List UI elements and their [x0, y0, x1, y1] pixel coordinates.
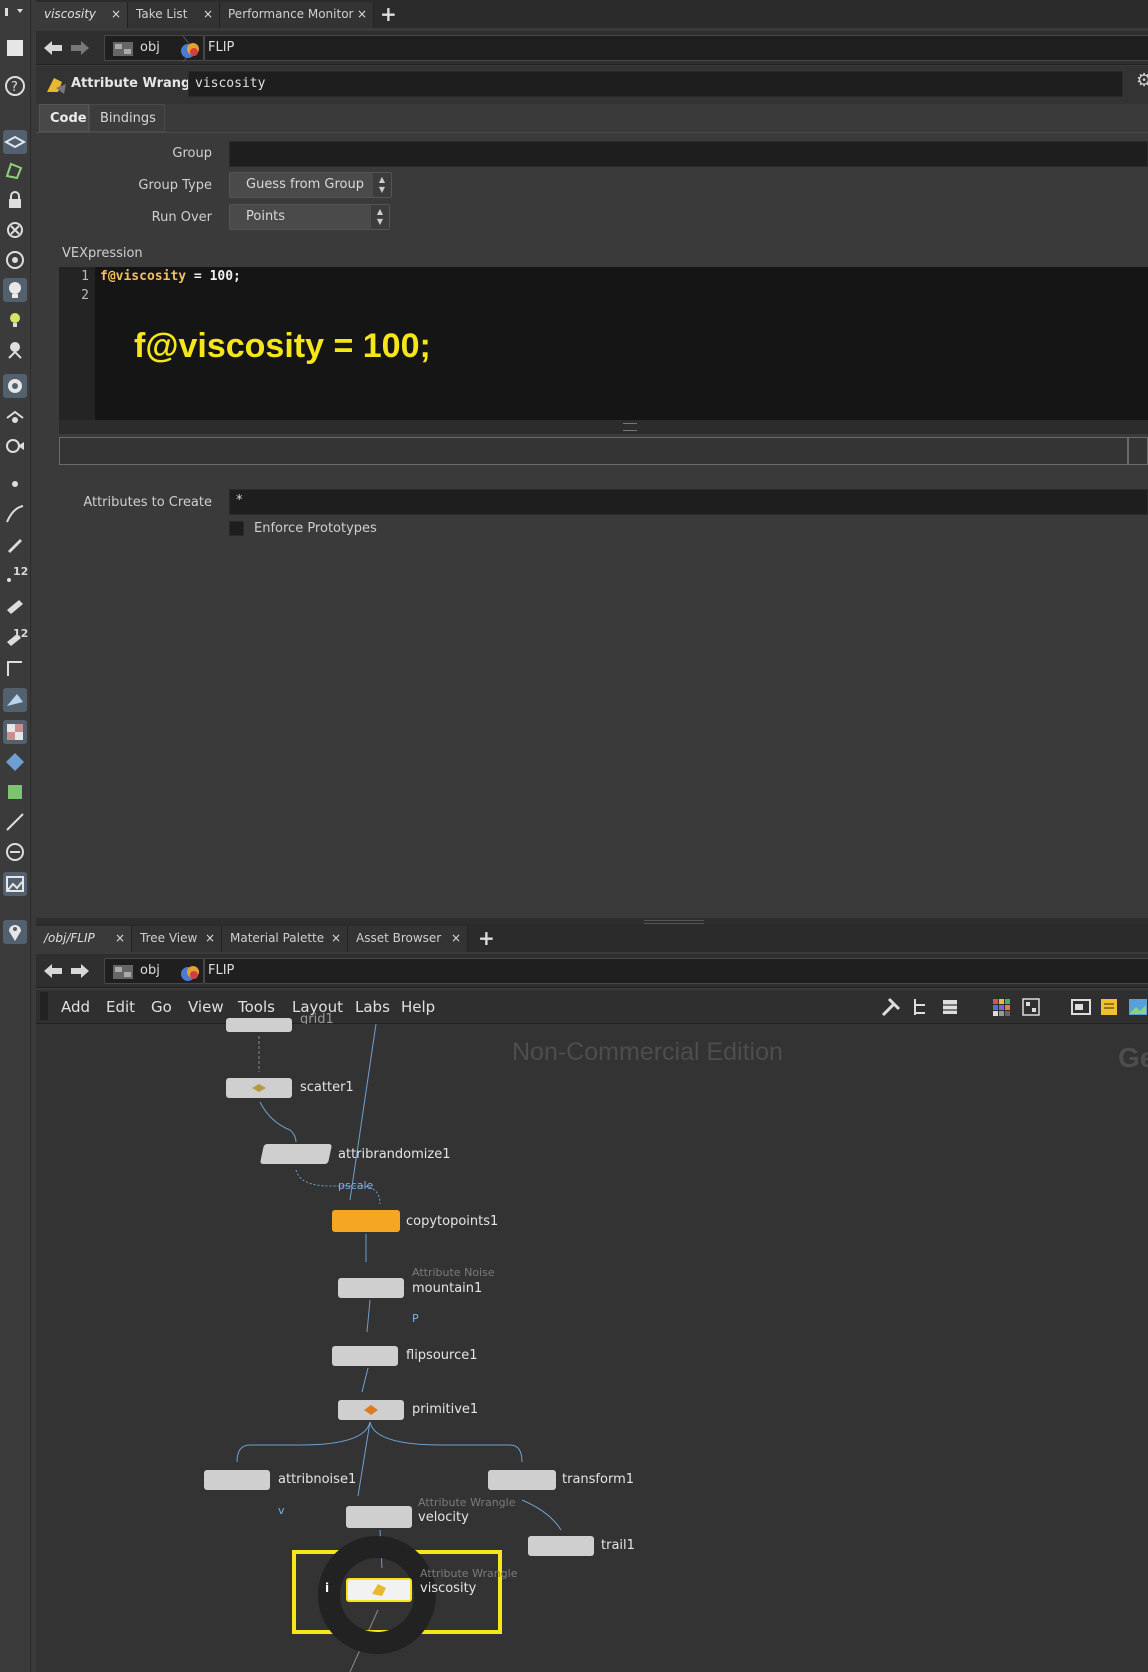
- mountain-node[interactable]: [338, 1278, 404, 1298]
- scatter-node[interactable]: [226, 1078, 292, 1098]
- info-icon[interactable]: i: [325, 1581, 329, 1595]
- transform-node[interactable]: [488, 1470, 556, 1490]
- mountain-node-type: Attribute Noise: [412, 1266, 495, 1279]
- mountain-node-label: mountain1: [412, 1281, 483, 1296]
- pscale-attribute-flag: pscale: [338, 1179, 374, 1192]
- attribnoise-node[interactable]: [204, 1470, 270, 1490]
- trail-node[interactable]: [528, 1536, 594, 1556]
- primitive-node-label: primitive1: [412, 1402, 479, 1417]
- primitive-icon: [364, 1405, 378, 1415]
- p-attribute-flag: P: [412, 1312, 419, 1325]
- copytopoints-node[interactable]: [332, 1210, 400, 1232]
- primitive-node[interactable]: [338, 1400, 404, 1420]
- viscosity-node-label: viscosity: [420, 1581, 477, 1596]
- wrangle-node-icon: [372, 1584, 386, 1596]
- grid-node[interactable]: [226, 1018, 292, 1032]
- viscosity-node[interactable]: [346, 1578, 412, 1602]
- flipsource-node-label: flipsource1: [406, 1348, 478, 1363]
- transform-node-label: transform1: [562, 1472, 635, 1487]
- velocity-node[interactable]: [346, 1506, 412, 1528]
- scatter-icon: [252, 1084, 266, 1092]
- grid-node-label: grid1: [300, 1012, 334, 1024]
- copytopoints-node-label: copytopoints1: [406, 1214, 499, 1229]
- trail-node-label: trail1: [601, 1538, 635, 1553]
- scatter-node-label: scatter1: [300, 1080, 354, 1095]
- velocity-node-label: velocity: [418, 1510, 469, 1525]
- attribrandomize-node-label: attribrandomize1: [338, 1147, 451, 1162]
- v-attribute-flag: v: [278, 1504, 285, 1517]
- viscosity-node-type: Attribute Wrangle: [420, 1567, 518, 1580]
- attribrandomize-node[interactable]: [259, 1144, 333, 1164]
- attribnoise-node-label: attribnoise1: [278, 1472, 357, 1487]
- velocity-node-type: Attribute Wrangle: [418, 1496, 516, 1509]
- network-wires: [236, 1023, 562, 1672]
- flipsource-node[interactable]: [332, 1346, 398, 1366]
